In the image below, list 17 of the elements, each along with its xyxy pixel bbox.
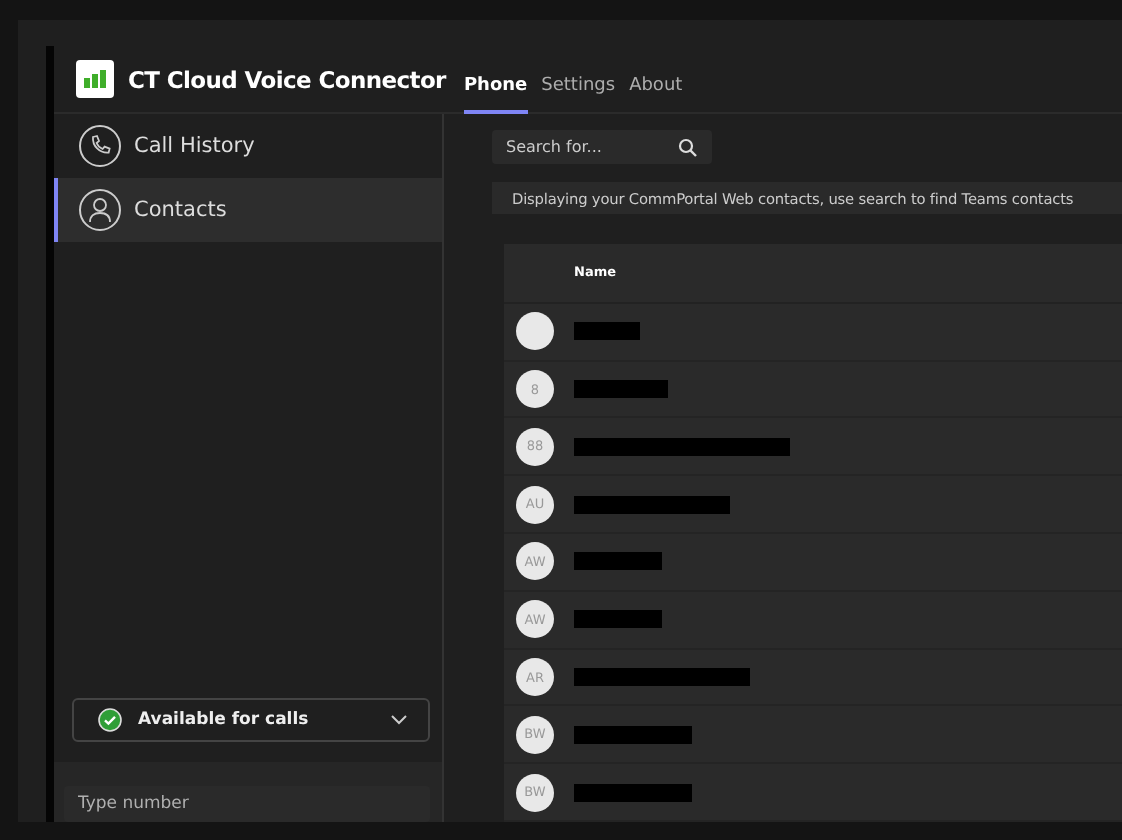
sidebar-label: Call History — [134, 134, 255, 158]
sidebar-item[interactable]: Contacts — [54, 178, 442, 242]
app-logo — [76, 60, 114, 98]
chevron-icon — [390, 714, 408, 726]
nav-tab[interactable]: Phone — [463, 76, 528, 114]
sidebar-item[interactable]: Call History — [54, 114, 442, 178]
sidebar-label: Contacts — [134, 198, 227, 222]
search-icon — [678, 137, 698, 158]
person-icon — [78, 188, 122, 232]
status-dropdown[interactable]: Available for calls — [72, 698, 430, 742]
avatar — [516, 312, 554, 351]
search-field[interactable]: Search for... — [492, 130, 712, 165]
app-title: CT Cloud Voice Connector — [128, 65, 446, 93]
nav-tab[interactable]: About — [629, 76, 683, 114]
nav-tab[interactable]: Settings — [541, 76, 616, 114]
phone-icon — [78, 124, 122, 168]
number-field[interactable]: Type number — [64, 786, 430, 822]
